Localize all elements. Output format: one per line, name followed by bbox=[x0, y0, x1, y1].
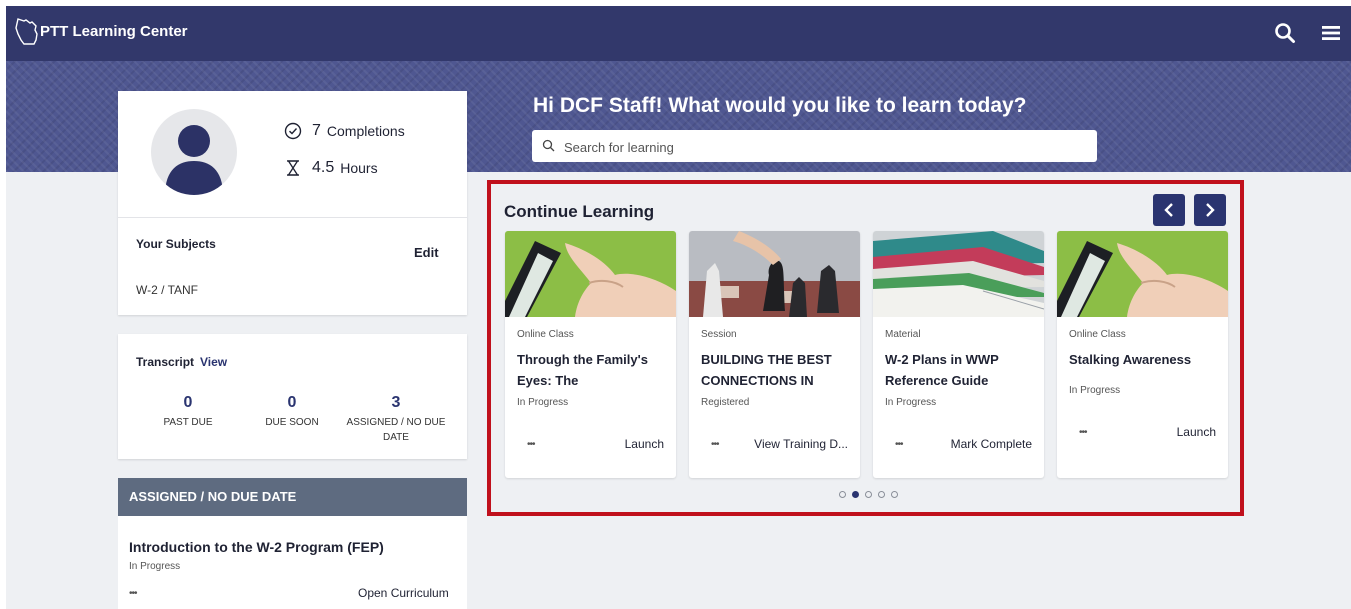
past-due-stat[interactable]: 0 PAST DUE bbox=[138, 394, 238, 430]
card-divider bbox=[118, 217, 467, 218]
view-training-details-button[interactable]: View Training D... bbox=[754, 437, 848, 451]
card-title[interactable]: Stalking Awareness bbox=[1069, 349, 1221, 370]
subject-item[interactable]: W-2 / TANF bbox=[136, 283, 198, 297]
more-options-icon[interactable]: ••• bbox=[527, 439, 535, 450]
due-soon-stat[interactable]: 0 DUE SOON bbox=[242, 394, 342, 430]
pager-dot[interactable] bbox=[839, 491, 846, 498]
chess-pieces-thumbnail bbox=[689, 231, 860, 317]
hero-greeting: Hi DCF Staff! What would you like to lea… bbox=[533, 94, 1027, 117]
carousel-next-button[interactable] bbox=[1194, 194, 1226, 226]
carousel-prev-button[interactable] bbox=[1153, 194, 1185, 226]
hours-label: Hours bbox=[340, 160, 378, 176]
card-status: In Progress bbox=[517, 397, 569, 408]
launch-button[interactable]: Launch bbox=[625, 437, 664, 451]
past-due-label: PAST DUE bbox=[163, 417, 213, 428]
transcript-heading: Transcript bbox=[136, 355, 195, 369]
learning-card[interactable]: Online Class Through the Family's Eyes: … bbox=[505, 231, 676, 478]
edit-subjects-button[interactable]: Edit bbox=[414, 245, 439, 260]
learning-card[interactable]: Online Class Stalking Awareness In Progr… bbox=[1057, 231, 1228, 478]
assigned-no-due-stat[interactable]: 3 ASSIGNED / NO DUE DATE bbox=[340, 394, 452, 445]
card-title[interactable]: Through the Family's Eyes: The bbox=[517, 349, 669, 391]
assigned-item-title[interactable]: Introduction to the W-2 Program (FEP) bbox=[129, 539, 384, 555]
check-circle-icon bbox=[284, 122, 302, 140]
mark-complete-button[interactable]: Mark Complete bbox=[951, 437, 1032, 451]
card-status: Registered bbox=[701, 397, 750, 408]
card-title[interactable]: W-2 Plans in WWP Reference Guide bbox=[885, 349, 1037, 391]
assigned-item-status: In Progress bbox=[129, 561, 181, 572]
continue-learning-title: Continue Learning bbox=[504, 202, 655, 221]
completions-label: Completions bbox=[326, 123, 405, 139]
learning-card[interactable]: Session BUILDING THE BEST CONNECTIONS IN… bbox=[689, 231, 860, 478]
chevron-right-icon bbox=[1206, 203, 1215, 217]
profile-card: 7 Completions 4.5 Hours Your Subjects Ed… bbox=[118, 91, 467, 315]
app-title[interactable]: PTT Learning Center bbox=[40, 23, 188, 40]
carousel-pager bbox=[839, 491, 898, 498]
wisconsin-logo-icon bbox=[15, 18, 38, 45]
pager-dot[interactable] bbox=[852, 491, 859, 498]
more-options-icon[interactable]: ••• bbox=[1079, 427, 1087, 438]
assigned-label: ASSIGNED / NO DUE DATE bbox=[346, 417, 446, 443]
top-nav-bar: PTT Learning Center bbox=[6, 6, 1351, 61]
card-status: In Progress bbox=[885, 397, 937, 408]
tablet-touch-thumbnail bbox=[505, 231, 676, 317]
assigned-count: 3 bbox=[391, 394, 401, 411]
card-type-label: Online Class bbox=[517, 329, 574, 340]
past-due-count: 0 bbox=[183, 394, 193, 411]
open-curriculum-button[interactable]: Open Curriculum bbox=[358, 586, 449, 600]
pager-dot[interactable] bbox=[891, 491, 898, 498]
completions-count: 7 bbox=[312, 122, 321, 139]
hours-count: 4.5 bbox=[312, 159, 335, 176]
more-options-icon[interactable]: ••• bbox=[711, 439, 719, 450]
learning-card[interactable]: Material W-2 Plans in WWP Reference Guid… bbox=[873, 231, 1044, 478]
more-options-icon[interactable]: ••• bbox=[895, 439, 903, 450]
hours-stat: 4.5 Hours bbox=[284, 159, 378, 177]
assigned-section-header: ASSIGNED / NO DUE DATE bbox=[118, 478, 467, 516]
transcript-view-link[interactable]: View bbox=[200, 355, 227, 369]
subjects-heading: Your Subjects bbox=[136, 237, 216, 251]
hourglass-icon bbox=[287, 160, 299, 176]
card-title[interactable]: BUILDING THE BEST CONNECTIONS IN bbox=[701, 349, 853, 391]
due-soon-label: DUE SOON bbox=[265, 417, 319, 428]
tablet-touch-thumbnail bbox=[1057, 231, 1228, 317]
hero-search-box[interactable] bbox=[532, 130, 1097, 164]
card-status: In Progress bbox=[1069, 385, 1121, 396]
due-soon-count: 0 bbox=[287, 394, 297, 411]
stacked-books-thumbnail bbox=[873, 231, 1044, 317]
card-type-label: Material bbox=[885, 329, 921, 340]
assigned-item-card: Introduction to the W-2 Program (FEP) In… bbox=[118, 516, 467, 609]
more-options-icon[interactable]: ••• bbox=[129, 588, 137, 599]
pager-dot[interactable] bbox=[878, 491, 885, 498]
launch-button[interactable]: Launch bbox=[1177, 425, 1216, 439]
pager-dot[interactable] bbox=[865, 491, 872, 498]
card-type-label: Online Class bbox=[1069, 329, 1126, 340]
transcript-card: Transcript View 0 PAST DUE 0 DUE SOON 3 … bbox=[118, 334, 467, 459]
chevron-left-icon bbox=[1164, 203, 1173, 217]
learning-search-input[interactable] bbox=[562, 130, 1086, 164]
search-icon bbox=[542, 139, 555, 152]
avatar[interactable] bbox=[151, 109, 237, 195]
search-icon[interactable] bbox=[1274, 22, 1296, 44]
card-type-label: Session bbox=[701, 329, 737, 340]
hamburger-menu-icon[interactable] bbox=[1320, 22, 1342, 44]
user-silhouette-icon bbox=[165, 125, 223, 195]
completions-stat: 7 Completions bbox=[284, 122, 405, 140]
